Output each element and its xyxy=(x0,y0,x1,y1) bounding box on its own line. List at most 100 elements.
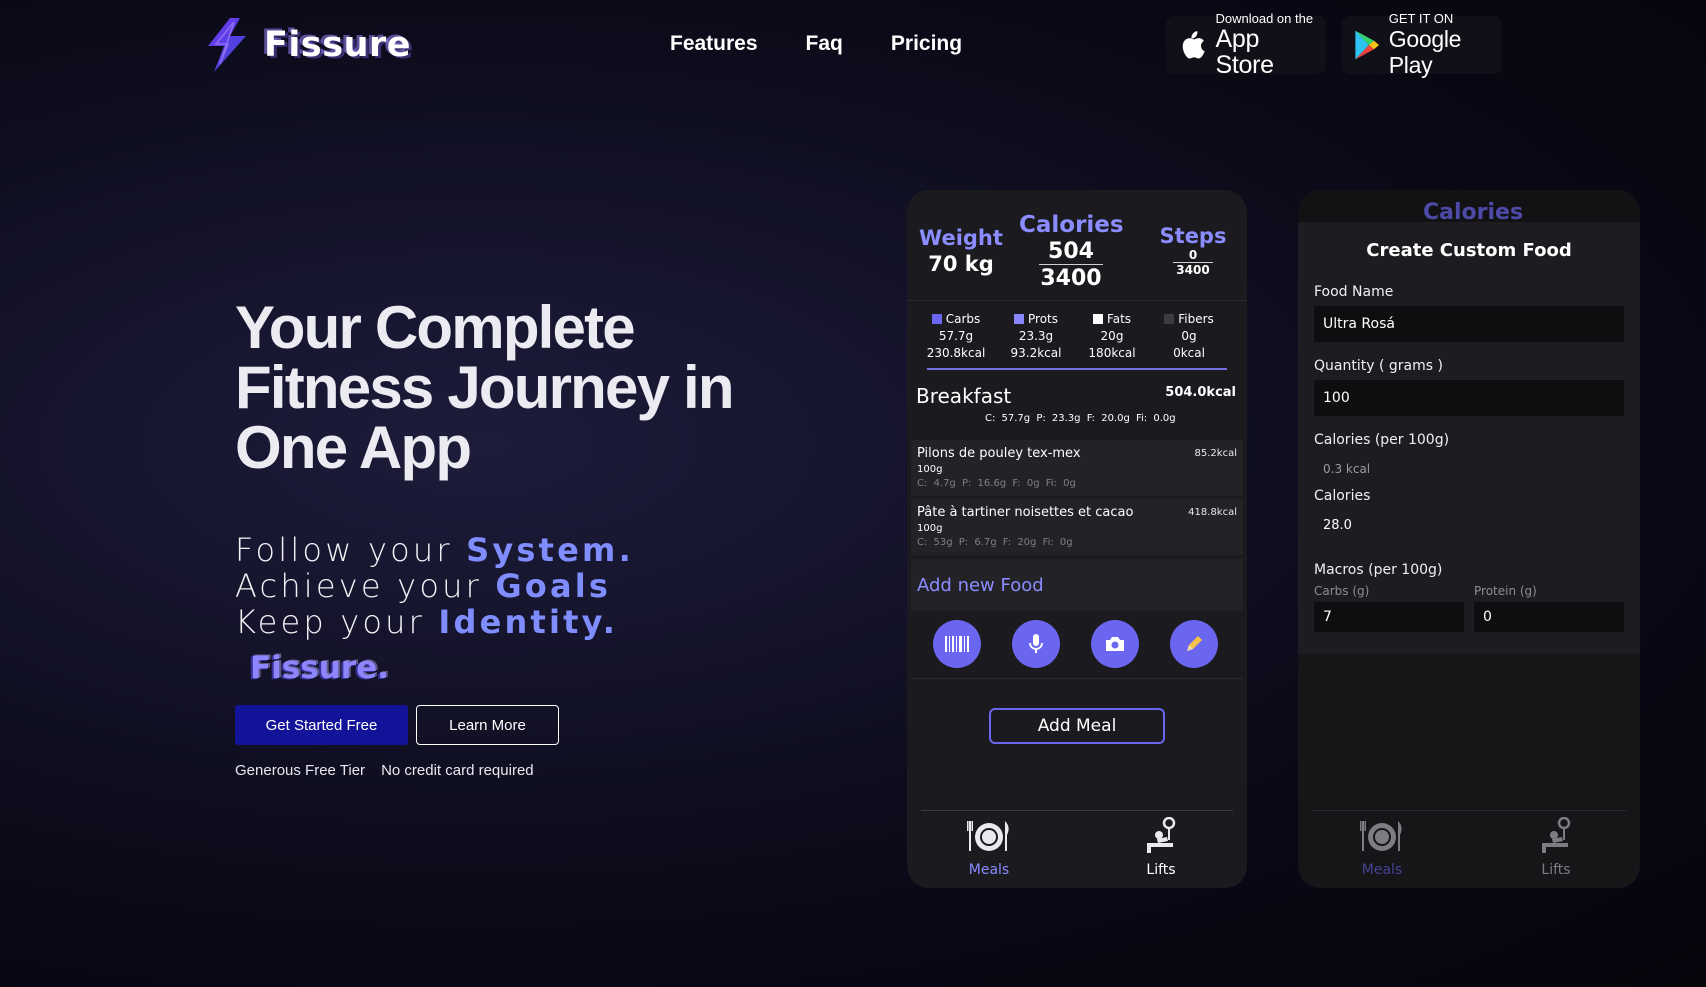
food-name-label: Food Name xyxy=(1314,284,1394,300)
add-new-food-label: Add new Food xyxy=(917,575,1044,596)
food-macros: C: 4.7g P: 16.6g F: 0g Fi: 0g xyxy=(917,478,1076,489)
tab-lifts[interactable]: Lifts xyxy=(1516,816,1596,878)
macro-prots: Prots 23.3g 93.2kcal xyxy=(1005,311,1067,362)
perk-free-tier: Generous Free Tier xyxy=(235,762,366,779)
macros-summary: Carbs 57.7g 230.8kcal Prots 23.3g 93.2kc… xyxy=(907,300,1247,378)
tagline-1: Follow your System. xyxy=(235,532,634,568)
perk-no-card: No credit card required xyxy=(381,762,534,779)
steps-goal: 3400 xyxy=(1176,263,1210,277)
brand-name: Fissure xyxy=(264,25,411,65)
tagline-2: Achieve your Goals xyxy=(235,568,634,604)
tagline-3-highlight: Identity. xyxy=(438,603,619,641)
calories-label: Calories xyxy=(1314,488,1371,504)
calories-label: Calories xyxy=(1019,212,1124,238)
macro-fats-grams: 20g xyxy=(1100,329,1124,343)
meal-title: Breakfast xyxy=(916,384,1012,408)
google-play-icon xyxy=(1355,30,1380,60)
site-header: Fissure Features Faq Pricing Download on… xyxy=(0,0,1706,95)
app-store-small: Download on the xyxy=(1215,11,1314,26)
divider xyxy=(911,678,1243,679)
macro-carbs-grams: 57.7g xyxy=(938,329,974,343)
lifts-icon xyxy=(1542,816,1571,853)
add-meal-button[interactable]: Add Meal xyxy=(989,708,1165,744)
learn-more-button[interactable]: Learn More xyxy=(416,705,559,745)
background-header-peek: Calories xyxy=(1298,190,1640,225)
macro-carbs: Carbs 57.7g 230.8kcal xyxy=(923,311,989,362)
food-qty: 100g xyxy=(917,464,943,475)
nav-pricing[interactable]: Pricing xyxy=(891,32,962,56)
food-item[interactable]: Pâte à tartiner noisettes et cacao 418.8… xyxy=(911,499,1243,555)
carbs-label: Carbs (g) xyxy=(1314,584,1370,598)
macro-fibers-kcal: 0kcal xyxy=(1173,346,1205,360)
calories-stat: Calories 504 3400 xyxy=(1019,212,1124,291)
phone-custom-food-screen: Calories Create Custom Food Food Name Qu… xyxy=(1298,190,1640,888)
tab-meals[interactable]: Meals xyxy=(949,817,1029,878)
meals-icon xyxy=(1360,821,1402,851)
food-macros: C: 53g P: 6.7g F: 20g Fi: 0g xyxy=(917,537,1073,548)
main-nav: Features Faq Pricing xyxy=(670,32,962,56)
tab-lifts-label: Lifts xyxy=(1146,862,1176,878)
hero-title: Your Complete Fitness Journey in One App xyxy=(235,294,735,481)
microphone-icon[interactable] xyxy=(1012,620,1060,668)
add-new-food-button[interactable]: Add new Food xyxy=(911,559,1243,611)
tab-meals-label: Meals xyxy=(968,862,1010,878)
macros-label: Macros (per 100g) xyxy=(1314,562,1443,578)
tab-lifts-label: Lifts xyxy=(1541,862,1571,878)
food-qty: 100g xyxy=(917,523,943,534)
meal-kcal: 504.0kcal xyxy=(1165,385,1236,400)
lifts-icon xyxy=(1147,816,1176,853)
macro-prots-label: Prots xyxy=(1028,312,1058,326)
macro-fibers-grams: 0g xyxy=(1181,329,1197,343)
nav-features[interactable]: Features xyxy=(670,32,758,56)
tagline-2-prefix: Achieve your xyxy=(235,567,496,605)
camera-icon[interactable] xyxy=(1091,620,1139,668)
app-store-button[interactable]: Download on the App Store xyxy=(1166,12,1326,78)
tagline-3: Keep your Identity. xyxy=(235,604,634,640)
fats-swatch xyxy=(1092,314,1103,324)
macro-fats: Fats 20g 180kcal xyxy=(1081,311,1143,362)
meals-icon xyxy=(967,821,1009,851)
tagline-2-highlight: Goals xyxy=(495,567,612,605)
tagline-3-prefix: Keep your xyxy=(235,603,439,641)
macro-prots-grams: 23.3g xyxy=(1018,329,1054,343)
bottom-tabbar: Meals Lifts xyxy=(907,811,1247,888)
calories-goal: 3400 xyxy=(1040,266,1102,291)
prots-swatch xyxy=(1014,314,1024,324)
get-started-button[interactable]: Get Started Free xyxy=(235,705,408,745)
food-kcal: 418.8kcal xyxy=(1188,507,1237,518)
brand-logo[interactable]: Fissure xyxy=(200,16,411,74)
steps-current: 0 xyxy=(1173,248,1213,263)
tab-meals[interactable]: Meals xyxy=(1342,817,1422,878)
perks-row: Generous Free Tier No credit card requir… xyxy=(235,762,534,779)
protein-label: Protein (g) xyxy=(1474,584,1537,598)
phone-meals-screen: Weight 70 kg Calories 504 3400 Steps 0 3… xyxy=(907,190,1247,888)
tab-lifts[interactable]: Lifts xyxy=(1121,816,1201,878)
tagline-1-highlight: System. xyxy=(466,531,634,569)
weight-label: Weight xyxy=(919,226,1003,250)
pencil-icon[interactable] xyxy=(1170,620,1218,668)
calories-value[interactable]: 28.0 xyxy=(1323,518,1352,533)
carbs-field[interactable] xyxy=(1314,602,1464,632)
macro-fibers: Fibers 0g 0kcal xyxy=(1157,311,1221,362)
food-name: Pâte à tartiner noisettes et cacao xyxy=(917,505,1134,520)
lightning-logo-icon xyxy=(208,18,246,72)
food-name-field[interactable] xyxy=(1314,306,1624,342)
weight-value: 70 kg xyxy=(928,252,994,276)
quantity-field[interactable] xyxy=(1314,380,1624,416)
fibers-swatch xyxy=(1164,314,1175,324)
barcode-icon[interactable] xyxy=(933,620,981,668)
macro-prots-kcal: 93.2kcal xyxy=(1010,346,1062,360)
food-kcal: 85.2kcal xyxy=(1194,448,1237,459)
steps-stat: Steps 0 3400 xyxy=(1153,224,1233,277)
calories-per-100-label: Calories (per 100g) xyxy=(1314,432,1450,448)
nav-faq[interactable]: Faq xyxy=(806,32,843,56)
modal-title: Create Custom Food xyxy=(1366,240,1572,261)
calories-current: 504 xyxy=(1039,239,1103,265)
tagline-1-prefix: Follow your xyxy=(235,531,467,569)
macro-fats-kcal: 180kcal xyxy=(1088,346,1136,360)
protein-field[interactable] xyxy=(1474,602,1624,632)
google-play-button[interactable]: GET IT ON Google Play xyxy=(1342,12,1502,78)
food-item[interactable]: Pilons de pouley tex-mex 85.2kcal 100g C… xyxy=(911,440,1243,496)
app-store-big: App Store xyxy=(1215,25,1275,79)
macro-fibers-label: Fibers xyxy=(1178,312,1214,326)
